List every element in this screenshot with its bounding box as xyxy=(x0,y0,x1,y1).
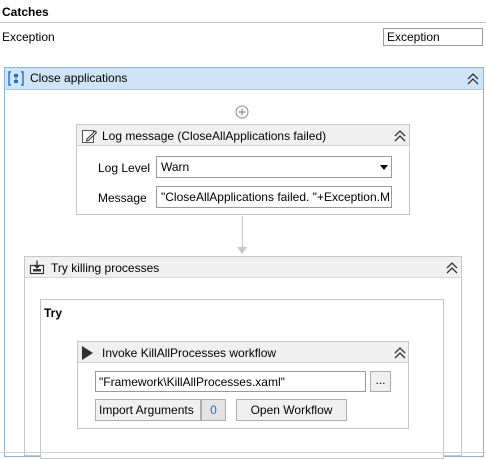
open-workflow-button[interactable]: Open Workflow xyxy=(236,399,347,421)
message-label: Message xyxy=(98,191,147,205)
collapse-icon[interactable] xyxy=(466,72,480,86)
message-input[interactable]: "CloseAllApplications failed. "+Exceptio… xyxy=(156,186,392,208)
log-level-select[interactable]: Warn xyxy=(156,156,392,178)
invoke-workflow-icon xyxy=(82,346,93,360)
try-catch-title: Try killing processes xyxy=(51,261,160,275)
exception-type-field[interactable]: Exception xyxy=(383,28,483,46)
arguments-count-badge: 0 xyxy=(201,399,226,421)
collapse-icon[interactable] xyxy=(393,129,407,143)
workflow-path-input[interactable]: "Framework\KillAllProcesses.xaml" xyxy=(95,371,366,392)
divider xyxy=(0,22,486,23)
browse-button[interactable]: ... xyxy=(370,371,391,392)
collapse-icon[interactable] xyxy=(445,261,459,275)
try-label: Try xyxy=(44,306,63,320)
chevron-down-icon[interactable] xyxy=(380,165,388,170)
sequence-title: Close applications xyxy=(30,71,128,85)
divider xyxy=(0,452,486,453)
collapse-icon[interactable] xyxy=(393,346,407,360)
import-arguments-button[interactable]: Import Arguments xyxy=(95,399,201,421)
log-message-icon xyxy=(82,130,97,143)
invoke-workflow-title: Invoke KillAllProcesses workflow xyxy=(102,346,277,360)
exception-label: Exception xyxy=(2,30,55,44)
log-level-label: Log Level xyxy=(98,161,151,175)
try-catch-icon xyxy=(29,260,45,275)
log-message-title: Log message (CloseAllApplications failed… xyxy=(102,129,327,143)
sequence-icon xyxy=(8,71,24,86)
catches-title: Catches xyxy=(2,5,49,19)
plus-circle-icon[interactable] xyxy=(235,105,249,119)
connector-arrow-icon xyxy=(237,247,247,254)
connector-line xyxy=(242,216,243,248)
